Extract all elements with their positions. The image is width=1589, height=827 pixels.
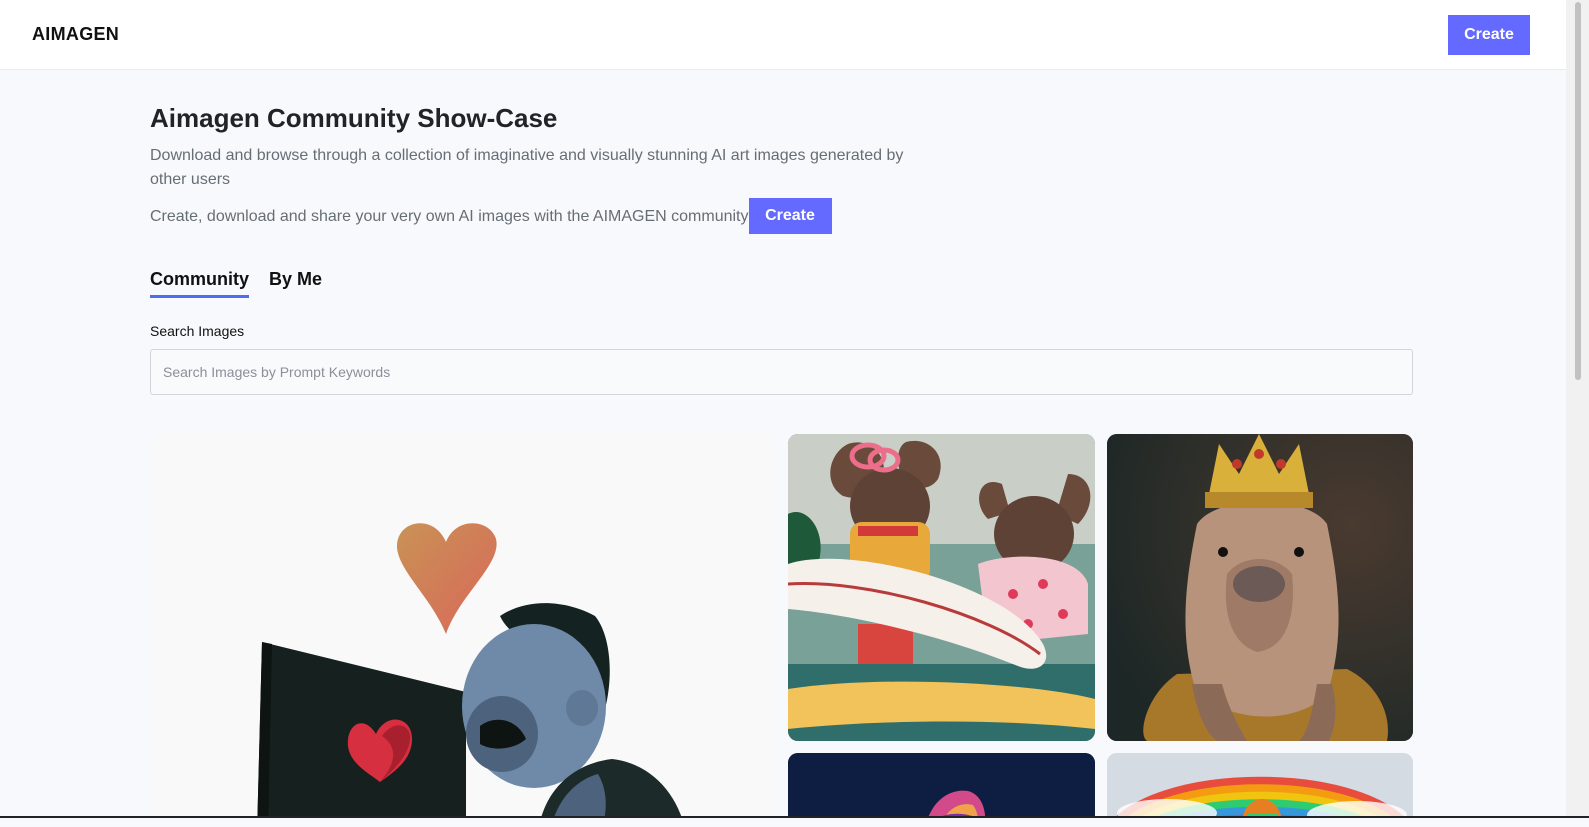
mice-surfboard-image <box>788 434 1095 741</box>
gallery-card-robot-heart[interactable] <box>150 434 776 827</box>
taskbar-edge <box>0 816 1589 827</box>
main-content: Aimagen Community Show-Case Download and… <box>150 70 1413 827</box>
page-scrollbar[interactable] <box>1566 0 1589 827</box>
capybara-crown-image <box>1107 434 1413 741</box>
tab-community[interactable]: Community <box>150 269 249 298</box>
page-description: Download and browse through a collection… <box>150 147 904 188</box>
top-nav: AIMAGEN Create <box>0 0 1566 70</box>
gallery-card-mice-surfboard[interactable] <box>788 434 1095 741</box>
image-gallery <box>150 434 1413 827</box>
cta-row: Create, download and share your very own… <box>150 198 1413 234</box>
logo[interactable]: AIMAGEN <box>32 24 119 45</box>
gallery-card-capybara-crown[interactable] <box>1107 434 1413 741</box>
cta-text: Create, download and share your very own… <box>150 208 749 225</box>
search-label: Search Images <box>150 323 245 339</box>
tab-by-me[interactable]: By Me <box>269 269 322 298</box>
search-input[interactable] <box>150 349 1413 395</box>
cta-create-button[interactable]: Create <box>748 198 832 234</box>
page-title: Aimagen Community Show-Case <box>150 103 558 133</box>
robot-heart-image <box>150 434 776 827</box>
header-create-button[interactable]: Create <box>1448 14 1530 55</box>
tab-bar: Community By Me <box>150 269 1413 298</box>
scrollbar-thumb[interactable] <box>1575 2 1581 380</box>
